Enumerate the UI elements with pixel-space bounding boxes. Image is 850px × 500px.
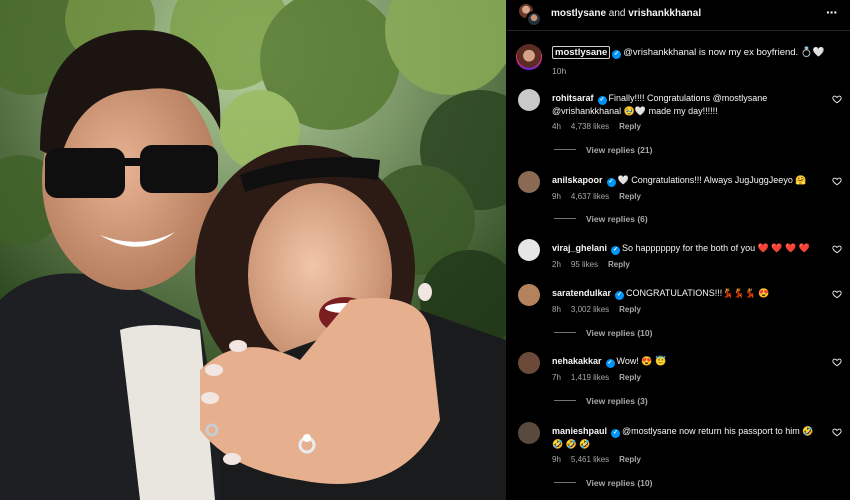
collab-avatars[interactable] (518, 3, 542, 27)
comment-username[interactable]: viraj_ghelani (552, 243, 607, 253)
heart-outline-icon[interactable] (832, 357, 842, 367)
view-replies-label: View replies (10) (586, 478, 653, 488)
view-replies-label: View replies (3) (586, 396, 648, 406)
comment-likes[interactable]: 3,002 likes (571, 305, 609, 314)
comment-likes[interactable]: 4,738 likes (571, 122, 609, 131)
comment-likes[interactable]: 95 likes (571, 260, 598, 269)
divider (554, 400, 576, 401)
caption-timestamp[interactable]: 10h (552, 66, 566, 76)
comment-text: Wow! 😍 😇 (616, 356, 667, 366)
verified-badge-icon: ✓ (611, 429, 621, 438)
avatar[interactable] (518, 239, 540, 261)
reply-button[interactable]: Reply (608, 260, 630, 269)
verified-badge-icon: ✓ (611, 246, 621, 255)
divider (507, 30, 850, 31)
view-replies-button[interactable]: View replies (21) (554, 145, 652, 155)
reply-button[interactable]: Reply (619, 122, 641, 131)
comment-time[interactable]: 7h (552, 373, 561, 382)
view-replies-button[interactable]: View replies (6) (554, 214, 648, 224)
comment-username[interactable]: nehakakkar (552, 356, 602, 366)
view-replies-button[interactable]: View replies (10) (554, 328, 652, 338)
divider (554, 218, 576, 219)
divider (554, 332, 576, 333)
comment-time[interactable]: 2h (552, 260, 561, 269)
view-replies-label: View replies (21) (586, 145, 653, 155)
view-replies-button[interactable]: View replies (10) (554, 478, 652, 488)
comment-time[interactable]: 8h (552, 305, 561, 314)
more-horizontal-icon[interactable]: ··· (826, 4, 838, 20)
comment-time[interactable]: 9h (552, 192, 561, 201)
comment-username[interactable]: manieshpaul (552, 426, 607, 436)
view-replies-label: View replies (10) (586, 328, 653, 338)
reply-button[interactable]: Reply (619, 192, 641, 201)
comment-likes[interactable]: 1,419 likes (571, 373, 609, 382)
view-replies-button[interactable]: View replies (3) (554, 396, 648, 406)
post-image (0, 0, 506, 500)
reply-button[interactable]: Reply (619, 373, 641, 382)
heart-outline-icon[interactable] (832, 176, 842, 186)
divider (554, 482, 576, 483)
avatar[interactable] (516, 44, 542, 70)
author-joiner: and (606, 8, 629, 19)
verified-badge-icon: ✓ (606, 178, 616, 187)
avatar[interactable] (518, 89, 540, 111)
comment-time[interactable]: 9h (552, 455, 561, 464)
post-photo[interactable] (0, 0, 506, 500)
caption-username[interactable]: mostlysane (552, 46, 611, 59)
author-link-vrishankkhanal[interactable]: vrishankkhanal (628, 8, 701, 19)
avatar (526, 11, 542, 27)
comment-username[interactable]: rohitsaraf (552, 93, 594, 103)
post-authors: mostlysane and vrishankkhanal (551, 8, 701, 19)
verified-badge-icon: ✓ (612, 50, 622, 59)
comment-text: 🤍 Congratulations!!! Always JugJuggJeeyo… (617, 175, 807, 185)
comment-username[interactable]: saratendulkar (552, 288, 611, 298)
heart-outline-icon[interactable] (832, 244, 842, 254)
verified-badge-icon: ✓ (597, 96, 607, 105)
avatar[interactable] (518, 352, 540, 374)
comment-time[interactable]: 4h (552, 122, 561, 131)
verified-badge-icon: ✓ (605, 359, 615, 368)
comments-panel: mostlysane and vrishankkhanal ··· mostly… (507, 0, 850, 500)
caption-text: @vrishankkhanal is now my ex boyfriend. … (623, 47, 825, 58)
verified-badge-icon: ✓ (615, 291, 625, 300)
avatar[interactable] (518, 171, 540, 193)
divider (554, 149, 576, 150)
reply-button[interactable]: Reply (619, 455, 641, 464)
comment-text: So happppppy for the both of you ❤️ ❤️ ❤… (622, 243, 810, 253)
avatar[interactable] (518, 284, 540, 306)
heart-outline-icon[interactable] (832, 289, 842, 299)
author-link-mostlysane[interactable]: mostlysane (551, 8, 606, 19)
post-header: mostlysane and vrishankkhanal ··· (507, 0, 850, 30)
heart-outline-icon[interactable] (832, 427, 842, 437)
avatar[interactable] (518, 422, 540, 444)
heart-outline-icon[interactable] (832, 94, 842, 104)
comment-likes[interactable]: 5,461 likes (571, 455, 609, 464)
view-replies-label: View replies (6) (586, 214, 648, 224)
comment-text: CONGRATULATIONS!!!💃💃💃 😍 (626, 288, 770, 298)
reply-button[interactable]: Reply (619, 305, 641, 314)
comment-likes[interactable]: 4,637 likes (571, 192, 609, 201)
comment-username[interactable]: anilskapoor (552, 175, 603, 185)
